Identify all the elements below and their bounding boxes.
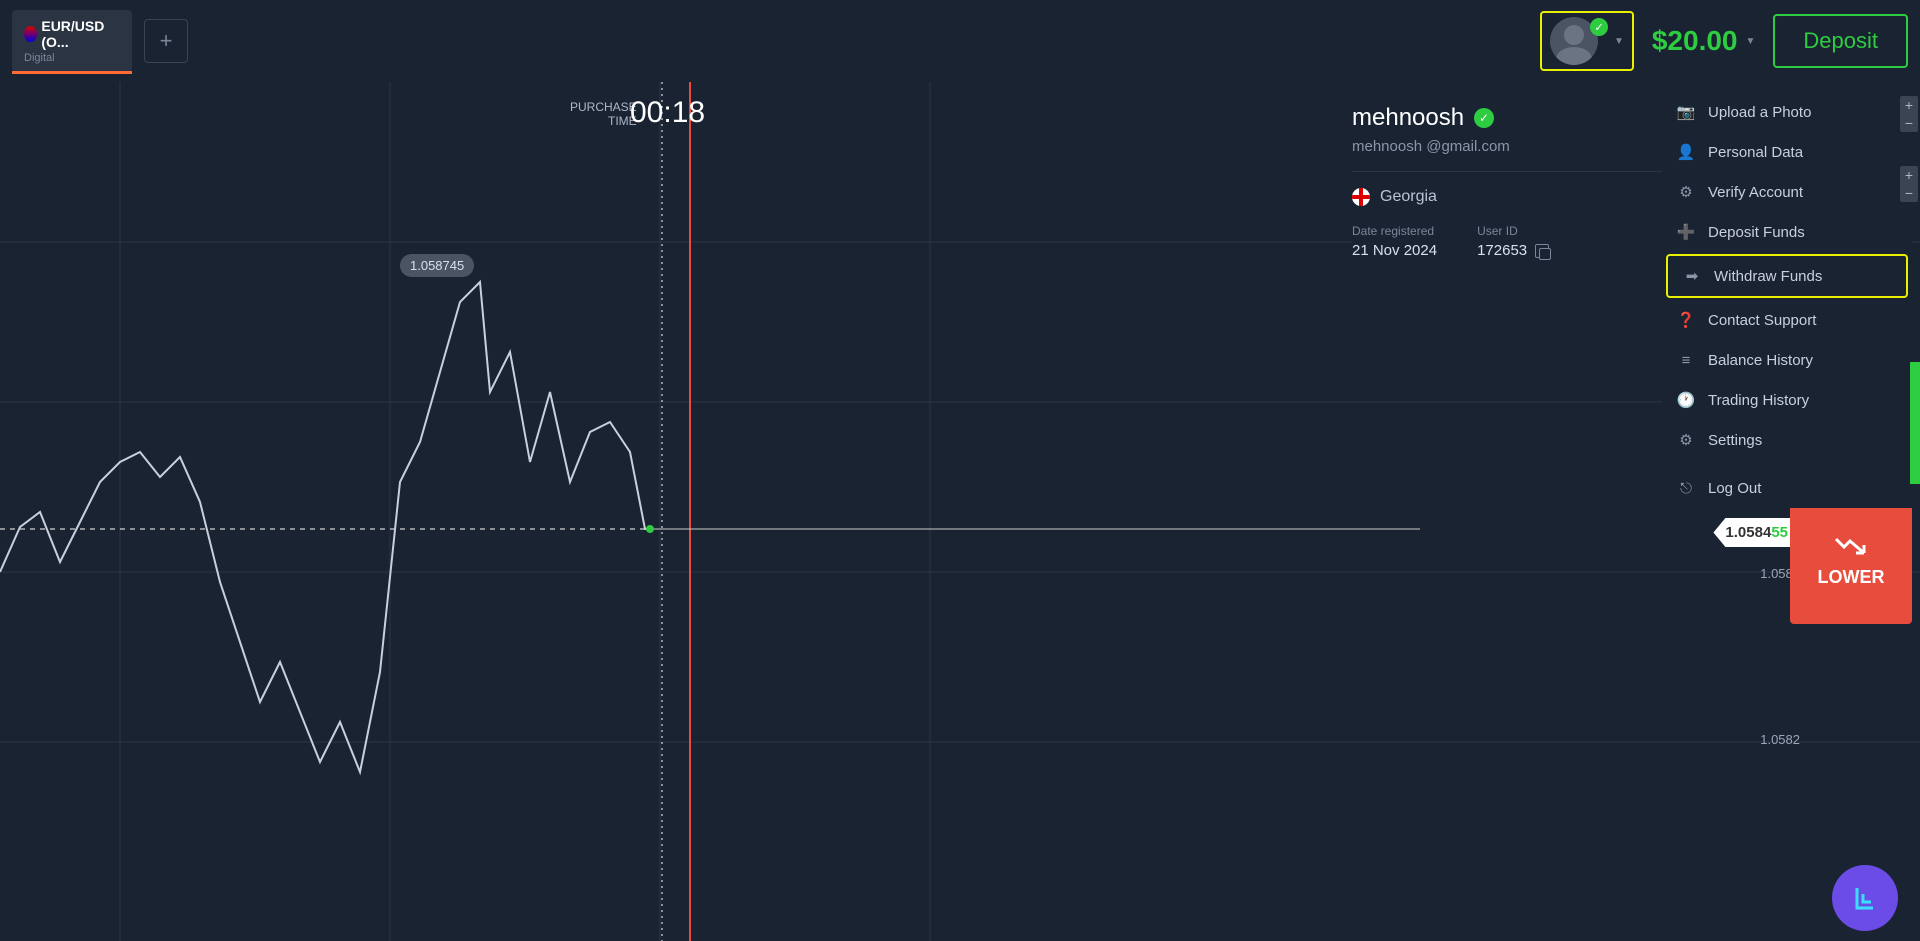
profile-menu: 📷Upload a Photo 👤Personal Data ⚙Verify A… xyxy=(1662,92,1912,508)
menu-logout[interactable]: ⎋Log Out xyxy=(1662,468,1912,508)
logout-icon: ⎋ xyxy=(1676,478,1696,498)
profile-country: Georgia xyxy=(1352,188,1662,206)
menu-upload-photo[interactable]: 📷Upload a Photo xyxy=(1662,92,1912,132)
date-registered-value: 21 Nov 2024 xyxy=(1352,242,1437,259)
peak-price-label: 1.058745 xyxy=(400,254,474,277)
trend-down-icon xyxy=(1834,535,1868,559)
verified-badge-icon: ✓ xyxy=(1590,18,1608,36)
menu-deposit-funds[interactable]: ➕Deposit Funds xyxy=(1662,212,1912,252)
deposit-button[interactable]: Deposit xyxy=(1773,14,1908,68)
symbol-type: Digital xyxy=(24,52,120,64)
verified-check-icon: ✓ xyxy=(1474,108,1494,128)
profile-panel: mehnoosh✓ mehnoosh @gmail.com Georgia Da… xyxy=(1352,92,1662,271)
profile-dropdown[interactable]: ✓ ▼ xyxy=(1540,11,1634,71)
menu-contact-support[interactable]: ❓Contact Support xyxy=(1662,300,1912,340)
zoom-control-2: + − xyxy=(1900,166,1918,202)
chevron-down-icon: ▼ xyxy=(1746,36,1756,47)
profile-name: mehnoosh✓ xyxy=(1352,104,1662,132)
clock-icon: 🕐 xyxy=(1676,390,1696,410)
zoom-control-1: + − xyxy=(1900,96,1918,132)
user-id-value: 172653 xyxy=(1477,242,1527,259)
country-flag-icon xyxy=(1352,188,1370,206)
chevron-down-icon: ▼ xyxy=(1614,36,1624,47)
copy-icon[interactable] xyxy=(1535,244,1549,258)
purchase-time-value: 00:18 xyxy=(630,96,705,130)
menu-withdraw-funds[interactable]: ➡Withdraw Funds xyxy=(1666,254,1908,298)
gear-icon: ⚙ xyxy=(1676,182,1696,202)
menu-verify-account[interactable]: ⚙Verify Account xyxy=(1662,172,1912,212)
zoom-in-button[interactable]: + xyxy=(1900,166,1918,184)
menu-settings[interactable]: ⚙Settings xyxy=(1662,420,1912,460)
person-icon: 👤 xyxy=(1676,142,1696,162)
symbol-tab[interactable]: EUR/USD (O... Digital xyxy=(12,10,132,72)
stack-icon: ≡ xyxy=(1676,350,1696,370)
date-registered-label: Date registered xyxy=(1352,224,1437,238)
user-id-label: User ID xyxy=(1477,224,1549,238)
zoom-in-button[interactable]: + xyxy=(1900,96,1918,114)
top-bar: EUR/USD (O... Digital + ✓ ▼ $20.00▼ Depo… xyxy=(0,0,1920,82)
balance-display[interactable]: $20.00▼ xyxy=(1652,25,1756,57)
y-axis-label: 1.0582 xyxy=(1760,732,1800,747)
menu-balance-history[interactable]: ≡Balance History xyxy=(1662,340,1912,380)
lower-button[interactable]: LOWER xyxy=(1790,498,1912,624)
zoom-out-button[interactable]: − xyxy=(1900,114,1918,132)
arrow-circle-icon: ➡ xyxy=(1682,266,1702,286)
plus-circle-icon: ➕ xyxy=(1676,222,1696,242)
settings-icon: ⚙ xyxy=(1676,430,1696,450)
side-indicator xyxy=(1910,362,1920,484)
app-logo-icon[interactable] xyxy=(1832,865,1898,931)
profile-email: mehnoosh @gmail.com xyxy=(1352,138,1662,155)
zoom-out-button[interactable]: − xyxy=(1900,184,1918,202)
camera-icon: 📷 xyxy=(1676,102,1696,122)
purchase-time-label: PURCHASETIME xyxy=(570,100,637,129)
flag-icon xyxy=(24,26,37,42)
add-tab-button[interactable]: + xyxy=(144,19,188,63)
current-price-tag: 1.058455 xyxy=(1713,518,1800,547)
menu-personal-data[interactable]: 👤Personal Data xyxy=(1662,132,1912,172)
menu-trading-history[interactable]: 🕐Trading History xyxy=(1662,380,1912,420)
question-icon: ❓ xyxy=(1676,310,1696,330)
symbol-name: EUR/USD (O... xyxy=(41,18,120,50)
